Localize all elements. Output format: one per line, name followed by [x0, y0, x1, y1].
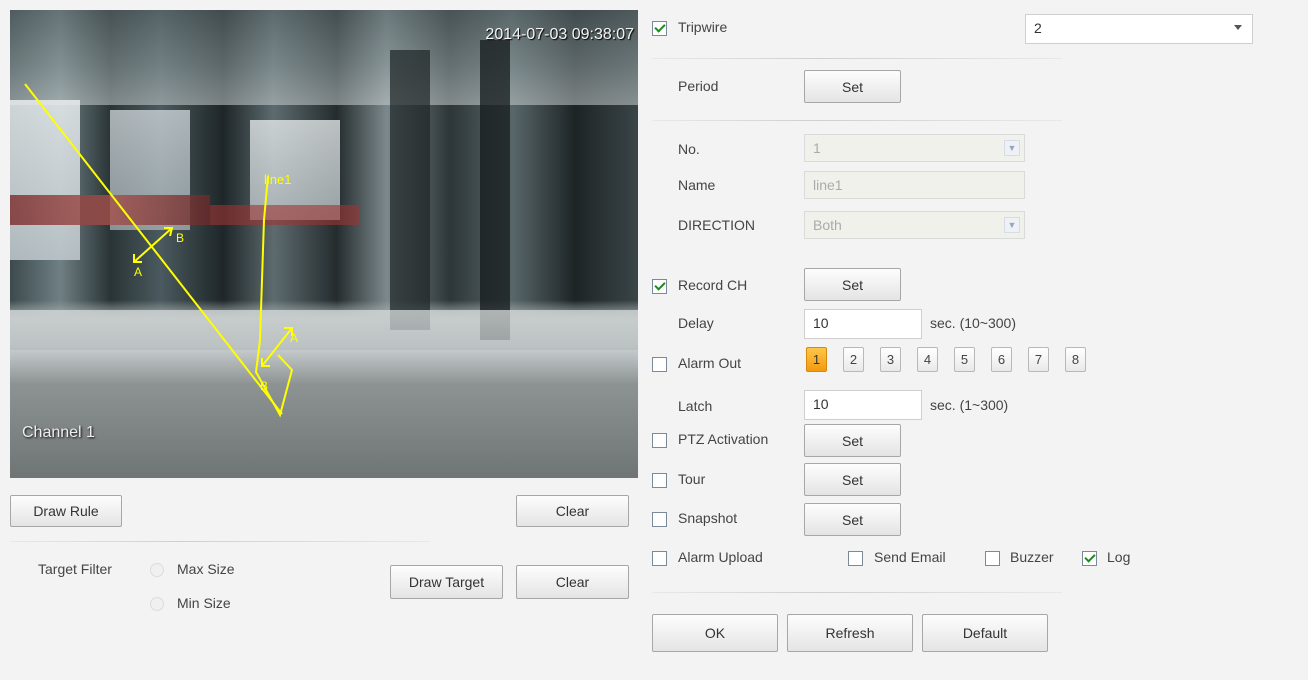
refresh-button[interactable]: Refresh [787, 614, 913, 652]
log-checkbox[interactable] [1082, 551, 1097, 566]
latch-label: Latch [678, 398, 713, 414]
divider [652, 120, 1062, 121]
min-size-radio[interactable] [150, 597, 164, 611]
rule-overlay[interactable]: line1 B A A B [10, 10, 638, 478]
no-label: No. [678, 141, 700, 157]
snapshot-set-button[interactable]: Set [804, 503, 901, 536]
direction-arrow [261, 327, 293, 367]
period-set-button[interactable]: Set [804, 70, 901, 103]
direction-arrow [133, 227, 173, 263]
alarm-output-1[interactable]: 1 [806, 347, 827, 372]
alarm-upload-label: Alarm Upload [678, 549, 763, 565]
alarm-output-5[interactable]: 5 [954, 347, 975, 372]
latch-unit: sec. (1~300) [930, 397, 1009, 413]
name-field: line1 [804, 171, 1025, 199]
rule-select[interactable]: 2 [1025, 14, 1253, 44]
direction-label-a: A [134, 265, 142, 279]
alarm-output-4[interactable]: 4 [917, 347, 938, 372]
alarm-out-checkbox[interactable] [652, 357, 667, 372]
direction-select-value: Both [813, 217, 842, 233]
ptz-set-button[interactable]: Set [804, 424, 901, 457]
divider [652, 592, 1062, 593]
alarm-upload-checkbox[interactable] [652, 551, 667, 566]
name-label: Name [678, 177, 716, 193]
delay-label: Delay [678, 315, 714, 331]
ok-button[interactable]: OK [652, 614, 778, 652]
no-select-value: 1 [813, 140, 821, 156]
ptz-activation-label: PTZ Activation [678, 431, 769, 447]
max-size-label: Max Size [177, 561, 235, 577]
delay-input[interactable]: 10 [804, 309, 922, 339]
chevron-down-icon: ▼ [1004, 140, 1020, 156]
rule-line-label: line1 [264, 172, 291, 187]
send-email-label: Send Email [874, 549, 946, 565]
latch-input[interactable]: 10 [804, 390, 922, 420]
draw-rule-button[interactable]: Draw Rule [10, 495, 122, 527]
delay-unit: sec. (10~300) [930, 315, 1016, 331]
draw-target-button[interactable]: Draw Target [390, 565, 503, 599]
tripwire-label: Tripwire [678, 19, 728, 35]
alarm-output-2[interactable]: 2 [843, 347, 864, 372]
record-ch-label: Record CH [678, 277, 748, 293]
direction-label-a: A [290, 331, 298, 345]
min-size-label: Min Size [177, 595, 231, 611]
video-preview[interactable]: 2014-07-03 09:38:07 Channel 1 line1 B A … [10, 10, 638, 478]
max-size-radio[interactable] [150, 563, 164, 577]
clear-rule-button[interactable]: Clear [516, 495, 629, 527]
tour-set-button[interactable]: Set [804, 463, 901, 496]
tripwire-line [24, 83, 283, 415]
direction-select: Both ▼ [804, 211, 1025, 239]
buzzer-checkbox[interactable] [985, 551, 1000, 566]
target-filter-label: Target Filter [38, 561, 112, 577]
alarm-out-label: Alarm Out [678, 355, 742, 371]
no-select: 1 ▼ [804, 134, 1025, 162]
divider [10, 541, 430, 542]
divider [652, 58, 1062, 59]
direction-label-b: B [260, 379, 268, 393]
direction-label-b: B [176, 231, 184, 245]
snapshot-checkbox[interactable] [652, 512, 667, 527]
default-button[interactable]: Default [922, 614, 1048, 652]
record-ch-set-button[interactable]: Set [804, 268, 901, 301]
chevron-down-icon [1234, 25, 1242, 30]
tour-checkbox[interactable] [652, 473, 667, 488]
record-ch-checkbox[interactable] [652, 279, 667, 294]
log-label: Log [1107, 549, 1131, 565]
buzzer-label: Buzzer [1010, 549, 1054, 565]
tripwire-checkbox[interactable] [652, 21, 667, 36]
chevron-down-icon: ▼ [1004, 217, 1020, 233]
send-email-checkbox[interactable] [848, 551, 863, 566]
period-label: Period [678, 78, 719, 94]
alarm-output-7[interactable]: 7 [1028, 347, 1049, 372]
clear-target-button[interactable]: Clear [516, 565, 629, 599]
alarm-output-6[interactable]: 6 [991, 347, 1012, 372]
alarm-output-8[interactable]: 8 [1065, 347, 1086, 372]
ptz-activation-checkbox[interactable] [652, 433, 667, 448]
tour-label: Tour [678, 471, 706, 487]
alarm-output-3[interactable]: 3 [880, 347, 901, 372]
rule-select-value: 2 [1034, 20, 1042, 36]
snapshot-label: Snapshot [678, 510, 738, 526]
direction-label: DIRECTION [678, 217, 755, 233]
